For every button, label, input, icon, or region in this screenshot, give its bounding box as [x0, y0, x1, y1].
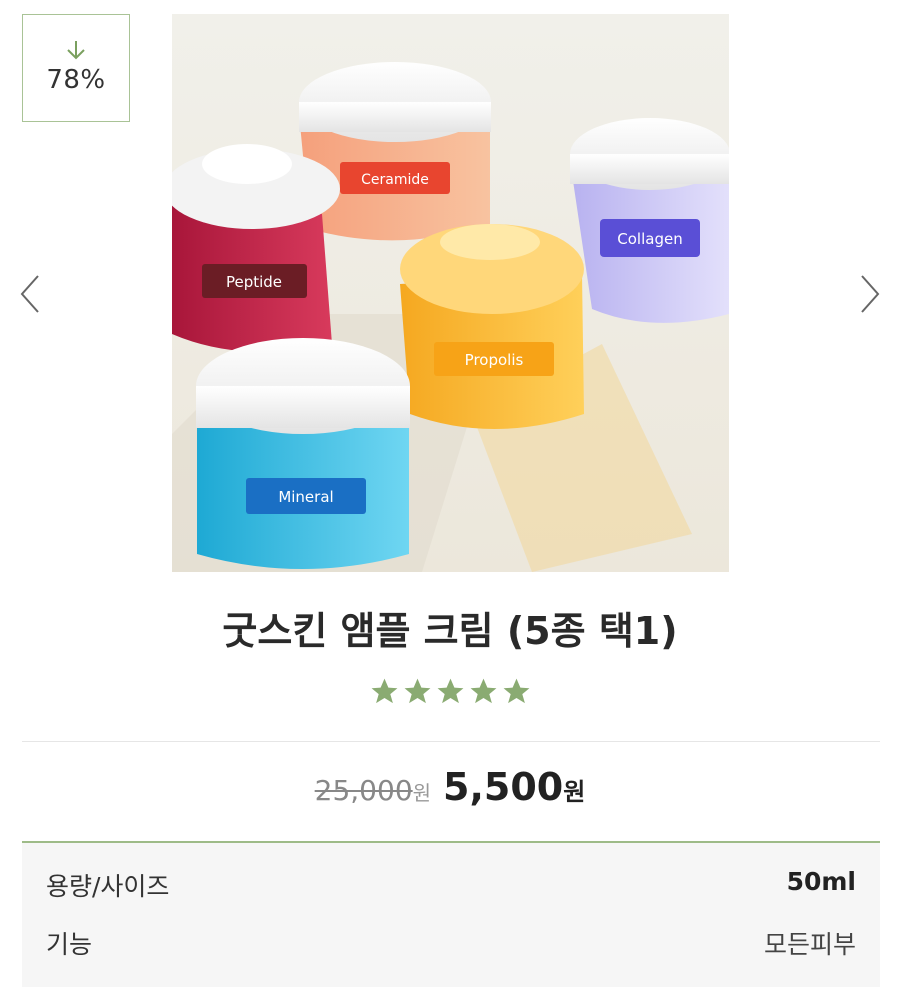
star-icon — [371, 678, 397, 704]
down-arrow-icon — [67, 41, 85, 60]
original-price-unit: 원 — [412, 781, 432, 805]
jar-label: Propolis — [465, 351, 524, 369]
star-icon — [470, 678, 496, 704]
jar-label: Ceramide — [361, 172, 429, 188]
lavender-jar: Collagen — [570, 118, 729, 323]
sale-price-unit: 원 — [563, 778, 586, 806]
price-row: 25,000 원 5,500 원 — [0, 765, 900, 809]
info-row-function: 기능 모든피부 — [22, 925, 880, 965]
divider — [22, 741, 880, 742]
jar-label: Peptide — [226, 273, 282, 291]
sale-price: 5,500 — [443, 765, 564, 809]
cyan-jar: Mineral — [196, 338, 410, 569]
star-icon — [437, 678, 463, 704]
info-value: 모든피부 — [763, 930, 856, 959]
jar-label: Mineral — [278, 488, 333, 506]
product-title: 굿스킨 앰플 크림 (5종 택1) — [222, 609, 678, 653]
product-info-box: 용량/사이즈 50ml 기능 모든피부 — [22, 841, 880, 987]
info-row-size: 용량/사이즈 50ml — [22, 867, 880, 907]
next-image-button[interactable] — [858, 272, 882, 316]
rating-stars — [0, 676, 900, 707]
star-icon — [404, 678, 430, 704]
jar-label: Collagen — [617, 230, 682, 248]
info-label: 용량/사이즈 — [46, 872, 170, 901]
product-image[interactable]: Collagen Ceramide Peptide Propolis Miner… — [172, 14, 729, 572]
info-label: 기능 — [46, 930, 93, 959]
chevron-left-icon — [20, 275, 39, 313]
star-icon — [503, 678, 529, 704]
discount-badge: 78% — [22, 14, 130, 122]
discount-percent: 78% — [46, 65, 106, 95]
prev-image-button[interactable] — [18, 272, 42, 316]
info-value: 50ml — [786, 867, 856, 896]
yellow-jar: Propolis — [400, 224, 584, 429]
pink-jar: Peptide — [172, 144, 340, 352]
peach-jar: Ceramide — [299, 62, 491, 241]
chevron-right-icon — [861, 275, 880, 313]
original-price: 25,000 — [314, 774, 413, 807]
